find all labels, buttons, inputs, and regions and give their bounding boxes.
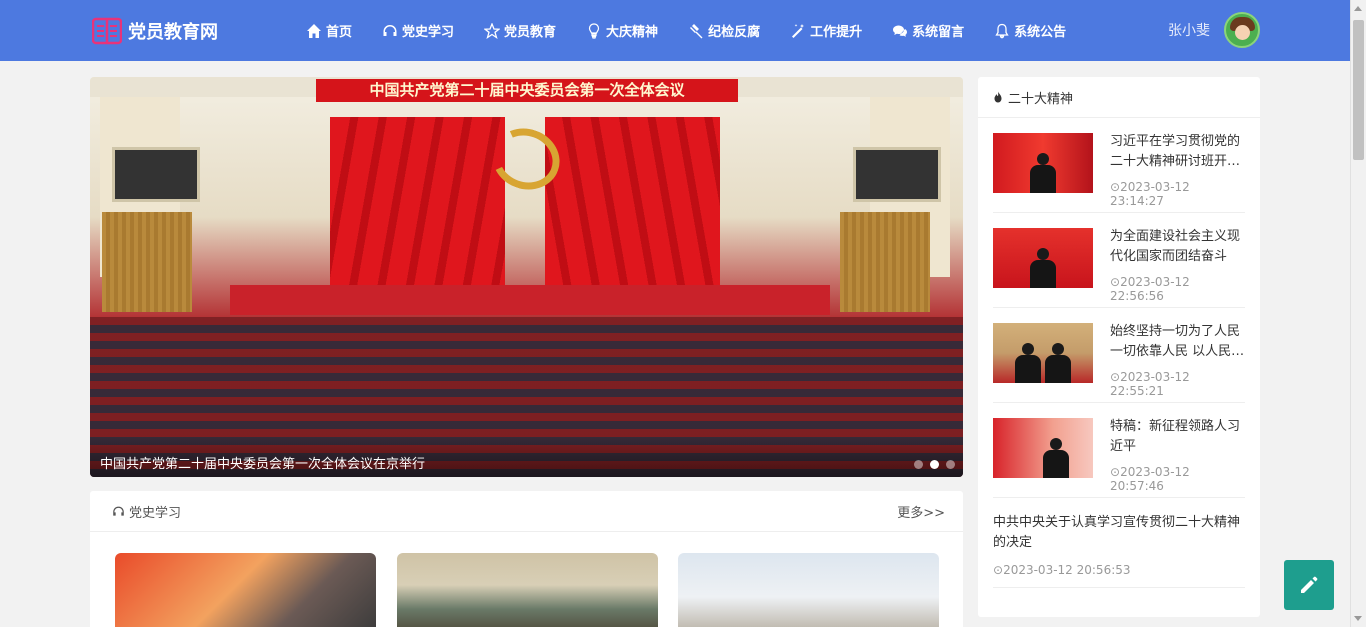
page-scrollbar[interactable]: [1350, 0, 1366, 627]
carousel-indicators: [907, 460, 955, 469]
book-icon: [92, 17, 122, 45]
panel-title: 党史学习: [112, 502, 181, 521]
bell-icon: [995, 23, 1009, 38]
panel-header: 党史学习 更多>>: [90, 491, 963, 532]
nav-item-label: 系统留言: [912, 25, 965, 40]
brand-logo[interactable]: 党员教育网: [92, 16, 218, 46]
user-menu[interactable]: 张小斐: [1168, 12, 1260, 48]
nav-item-label: 党史学习: [402, 25, 455, 40]
scroll-down-arrow-icon[interactable]: [1354, 616, 1362, 621]
news-title[interactable]: 为全面建设社会主义现代化国家而团结奋斗: [1110, 227, 1245, 267]
list-item[interactable]: 特稿：新征程领路人习近平 ⊙2023-03-12 20:57:46: [993, 403, 1245, 498]
article-thumbnail[interactable]: [115, 553, 376, 627]
news-carousel[interactable]: 中国共产党第二十届中央委员会第一次全体会议 中国共产党第二十届中央委员会第一次全…: [90, 77, 963, 477]
panel-title-text: 党史学习: [129, 505, 182, 521]
list-item[interactable]: 为全面建设社会主义现代化国家而团结奋斗 ⊙2023-03-12 22:56:56: [993, 213, 1245, 308]
article-thumbnail[interactable]: [678, 553, 939, 627]
nav-item-label: 大庆精神: [606, 25, 659, 40]
nav-item-label: 系统公告: [1014, 25, 1067, 40]
nav-item-announcements[interactable]: 系统公告: [994, 21, 1066, 40]
nav-item-label: 首页: [326, 25, 353, 40]
news-thumbnail[interactable]: [993, 133, 1093, 193]
news-time: ⊙2023-03-12 22:55:21: [1110, 370, 1190, 398]
nav-item-messages[interactable]: 系统留言: [892, 21, 964, 40]
news-title[interactable]: 始终坚持一切为了人民一切依靠人民 以人民为中心: [1110, 322, 1245, 362]
nav-item-label: 纪检反腐: [708, 25, 761, 40]
news-time: ⊙2023-03-12 23:14:27: [1110, 180, 1190, 208]
news-time: ⊙2023-03-12 20:57:46: [1110, 465, 1190, 493]
carousel-dot-active[interactable]: [930, 460, 939, 469]
avatar-icon[interactable]: [1224, 12, 1260, 48]
list-item[interactable]: 始终坚持一切为了人民一切依靠人民 以人民为中心 ⊙2023-03-12 22:5…: [993, 308, 1245, 403]
party-history-panel: 党史学习 更多>>: [90, 491, 963, 627]
main-nav: 首页 党史学习 党员教育 大庆精神 纪检反腐 工作提升 系统留言 系统公告: [306, 0, 1096, 61]
nav-item-home[interactable]: 首页: [306, 21, 352, 40]
news-thumbnail[interactable]: [993, 418, 1093, 478]
scroll-thumb[interactable]: [1353, 20, 1364, 160]
gavel-icon: [690, 23, 703, 38]
nav-item-daqing-spirit[interactable]: 大庆精神: [586, 21, 658, 40]
more-link[interactable]: 更多>>: [897, 502, 945, 521]
home-icon: [307, 23, 321, 38]
spirit-sidebar: 二十大精神 习近平在学习贯彻党的二十大精神研讨班开班式上发表重要讲话 ⊙2023…: [978, 77, 1260, 617]
article-thumbnail[interactable]: [397, 553, 658, 627]
news-time: ⊙2023-03-12 20:56:53: [993, 563, 1131, 577]
news-thumbnail[interactable]: [993, 228, 1093, 288]
list-item[interactable]: 中共中央关于认真学习宣传贯彻二十大精神的决定 ⊙2023-03-12 20:56…: [993, 503, 1245, 588]
carousel-dot[interactable]: [946, 460, 955, 469]
nav-item-member-education[interactable]: 党员教育: [484, 21, 556, 40]
news-title[interactable]: 特稿：新征程领路人习近平: [1110, 417, 1245, 457]
nav-item-label: 党员教育: [504, 25, 557, 40]
sidebar-title: 二十大精神: [1008, 91, 1074, 107]
news-thumbnail[interactable]: [993, 323, 1093, 383]
headphones-icon: [383, 24, 397, 36]
brand-name: 党员教育网: [128, 22, 218, 43]
scroll-up-arrow-icon[interactable]: [1354, 6, 1362, 11]
lightbulb-icon: [588, 22, 600, 39]
news-title[interactable]: 习近平在学习贯彻党的二十大精神研讨班开班式上发表重要讲话: [1110, 132, 1245, 172]
fire-icon: [994, 91, 1002, 103]
star-icon: [484, 22, 501, 39]
nav-item-label: 工作提升: [810, 25, 863, 40]
headphones-icon: [113, 506, 124, 516]
carousel-caption: 中国共产党第二十届中央委员会第一次全体会议在京举行: [90, 437, 963, 477]
nav-item-discipline[interactable]: 纪检反腐: [688, 21, 760, 40]
list-item[interactable]: 习近平在学习贯彻党的二十大精神研讨班开班式上发表重要讲话 ⊙2023-03-12…: [993, 118, 1245, 213]
top-navbar: 党员教育网 首页 党史学习 党员教育 大庆精神 纪检反腐 工作提升 系统留言 系…: [0, 0, 1350, 61]
nav-item-work-improvement[interactable]: 工作提升: [790, 21, 862, 40]
magic-wand-icon: [792, 23, 805, 38]
news-title[interactable]: 中共中央关于认真学习宣传贯彻二十大精神的决定: [993, 513, 1245, 553]
carousel-banner-text: 中国共产党第二十届中央委员会第一次全体会议: [316, 79, 738, 102]
edit-button[interactable]: [1284, 560, 1334, 610]
pencil-icon: [1301, 576, 1318, 593]
carousel-dot[interactable]: [914, 460, 923, 469]
user-name: 张小斐: [1168, 23, 1210, 39]
news-time: ⊙2023-03-12 22:56:56: [1110, 275, 1190, 303]
nav-item-party-history[interactable]: 党史学习: [382, 21, 454, 40]
chat-icon: [893, 25, 908, 37]
sidebar-header: 二十大精神: [978, 77, 1260, 118]
